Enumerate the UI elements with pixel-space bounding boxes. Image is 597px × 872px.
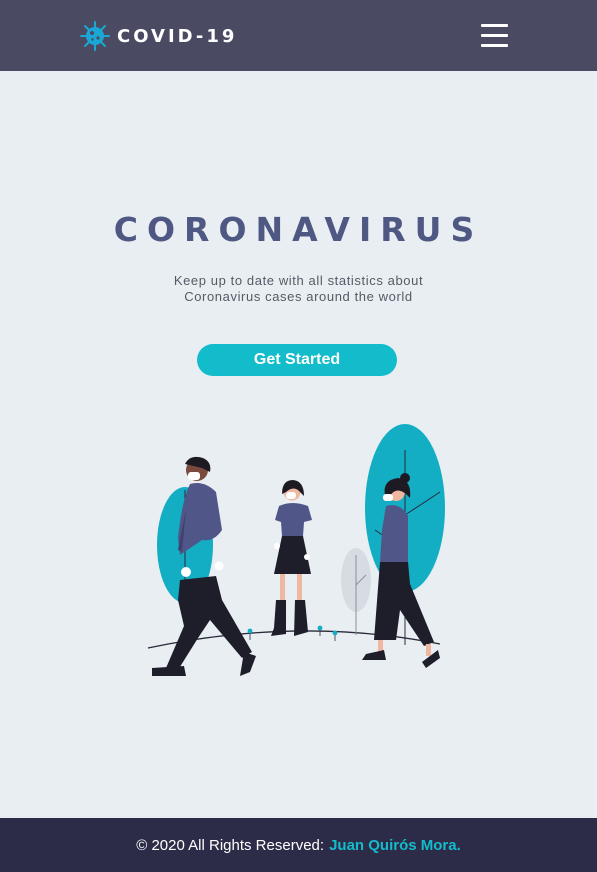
get-started-button[interactable]: Get Started	[197, 344, 397, 376]
copyright-text: © 2020 All Rights Reserved:	[136, 836, 325, 854]
author-link[interactable]: Juan Quirós Mora.	[329, 837, 461, 854]
hero-subtitle-line-2: Coronavirus cases around the world	[184, 289, 413, 304]
hero-subtitle: Keep up to date with all statistics abou…	[0, 273, 597, 305]
brand-name: COVID-19	[117, 25, 238, 47]
menu-bar	[481, 44, 508, 47]
footer: © 2020 All Rights Reserved: Juan Quirós …	[0, 818, 597, 872]
menu-bar	[481, 24, 508, 27]
hamburger-menu-icon[interactable]	[481, 24, 508, 48]
virus-icon	[80, 21, 110, 51]
hero-subtitle-line-1: Keep up to date with all statistics abou…	[173, 273, 424, 288]
people-walking-with-masks-illustration	[147, 424, 445, 676]
brand-logo[interactable]: COVID-19	[80, 20, 237, 52]
hero-title: CORONAVIRUS	[113, 210, 484, 249]
menu-bar	[481, 34, 508, 37]
top-navbar: COVID-19	[0, 0, 597, 71]
